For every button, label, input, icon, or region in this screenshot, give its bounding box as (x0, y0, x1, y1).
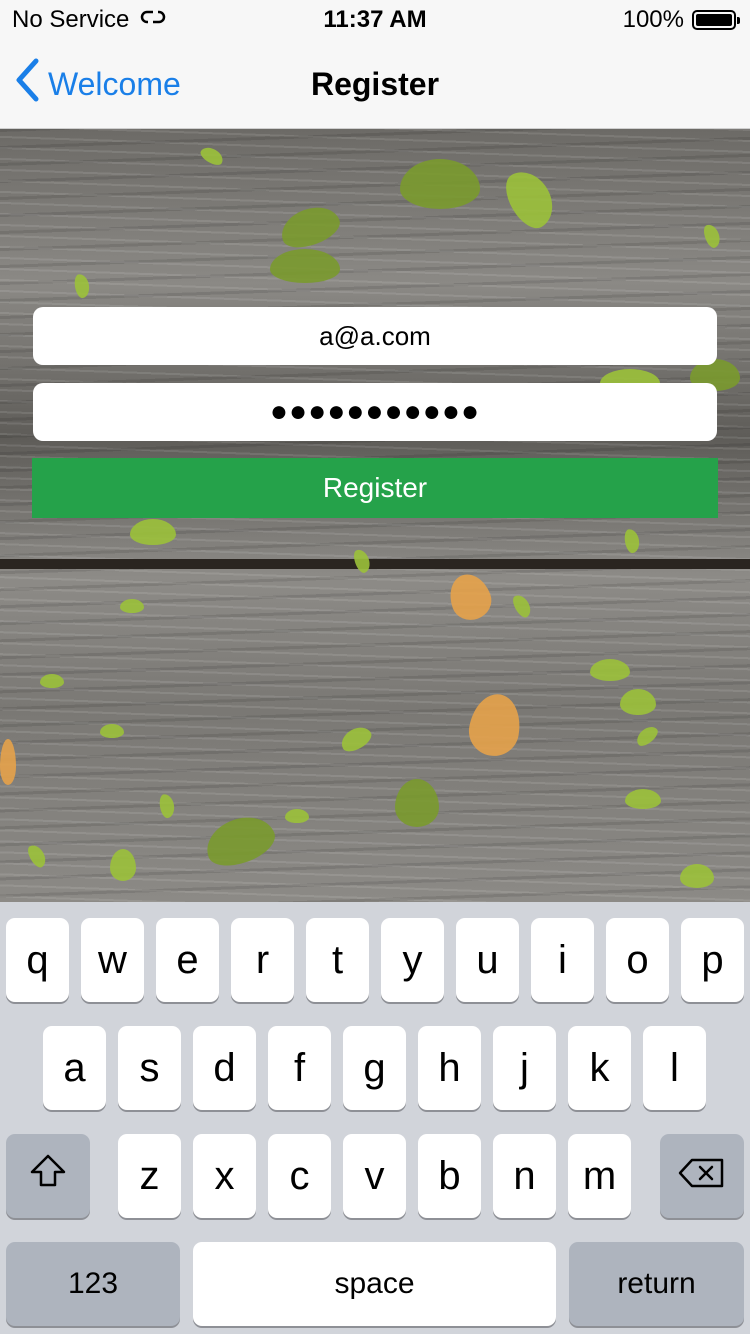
background-leaf (199, 808, 281, 874)
space-key[interactable]: space (193, 1242, 556, 1326)
background-leaf (497, 163, 563, 235)
background-leaf (285, 809, 309, 823)
background-plank-gap (0, 559, 750, 569)
key-l[interactable]: l (643, 1026, 706, 1110)
background-leaf (275, 199, 345, 255)
status-right: 100% (622, 6, 740, 34)
navigation-bar: Welcome Register (0, 40, 750, 129)
background-leaf (158, 792, 176, 820)
background-leaf (130, 519, 176, 545)
return-key[interactable]: return (569, 1242, 744, 1326)
page-title: Register (310, 66, 440, 102)
key-n[interactable]: n (493, 1134, 556, 1218)
background-leaf (100, 724, 124, 738)
key-k[interactable]: k (568, 1026, 631, 1110)
shift-icon (28, 1153, 68, 1199)
key-f[interactable]: f (268, 1026, 331, 1110)
background-leaf (198, 143, 226, 169)
key-y[interactable]: y (381, 918, 444, 1002)
background-leaf (24, 842, 50, 870)
key-h[interactable]: h (418, 1026, 481, 1110)
background-leaf (623, 527, 641, 555)
key-u[interactable]: u (456, 918, 519, 1002)
key-d[interactable]: d (193, 1026, 256, 1110)
background-leaf (400, 159, 480, 209)
delete-icon (678, 1154, 726, 1199)
keyboard: q w e r t y u i o p a s d f g h j k l z … (0, 902, 750, 1334)
background-leaf (270, 249, 340, 283)
key-o[interactable]: o (606, 918, 669, 1002)
key-q[interactable]: q (6, 918, 69, 1002)
key-m[interactable]: m (568, 1134, 631, 1218)
background-leaf (620, 689, 656, 715)
key-s[interactable]: s (118, 1026, 181, 1110)
key-g[interactable]: g (343, 1026, 406, 1110)
key-e[interactable]: e (156, 918, 219, 1002)
background-leaf (395, 779, 439, 827)
key-v[interactable]: v (343, 1134, 406, 1218)
shift-key[interactable] (6, 1134, 90, 1218)
background-leaf (351, 547, 373, 575)
key-w[interactable]: w (81, 918, 144, 1002)
form-area: a@a.com ●●●●●●●●●●● Register (0, 129, 750, 902)
key-p[interactable]: p (681, 918, 744, 1002)
key-b[interactable]: b (418, 1134, 481, 1218)
key-j[interactable]: j (493, 1026, 556, 1110)
numbers-key[interactable]: 123 (6, 1242, 180, 1326)
battery-icon (692, 10, 740, 30)
background-leaf (40, 674, 64, 688)
background-leaf (337, 722, 375, 756)
background-leaf (509, 592, 535, 620)
background-leaf (625, 789, 661, 809)
password-field[interactable]: ●●●●●●●●●●● (33, 383, 717, 441)
battery-percent: 100% (622, 6, 684, 33)
key-r[interactable]: r (231, 918, 294, 1002)
key-t[interactable]: t (306, 918, 369, 1002)
key-x[interactable]: x (193, 1134, 256, 1218)
background-leaf (110, 849, 136, 881)
background-leaf (633, 722, 661, 750)
background-leaf (590, 659, 630, 681)
background-leaf (701, 222, 723, 250)
delete-key[interactable] (660, 1134, 744, 1218)
key-c[interactable]: c (268, 1134, 331, 1218)
key-a[interactable]: a (43, 1026, 106, 1110)
register-button[interactable]: Register (32, 458, 718, 518)
email-field[interactable]: a@a.com (33, 307, 717, 365)
status-bar: No Service 11:37 AM 100% (0, 0, 750, 40)
background-leaf (680, 864, 714, 888)
background-leaf (120, 599, 144, 613)
background-leaf (0, 739, 16, 785)
background-leaf (464, 690, 526, 760)
background-leaf (73, 272, 91, 300)
key-i[interactable]: i (531, 918, 594, 1002)
background-leaf (443, 568, 497, 626)
key-z[interactable]: z (118, 1134, 181, 1218)
